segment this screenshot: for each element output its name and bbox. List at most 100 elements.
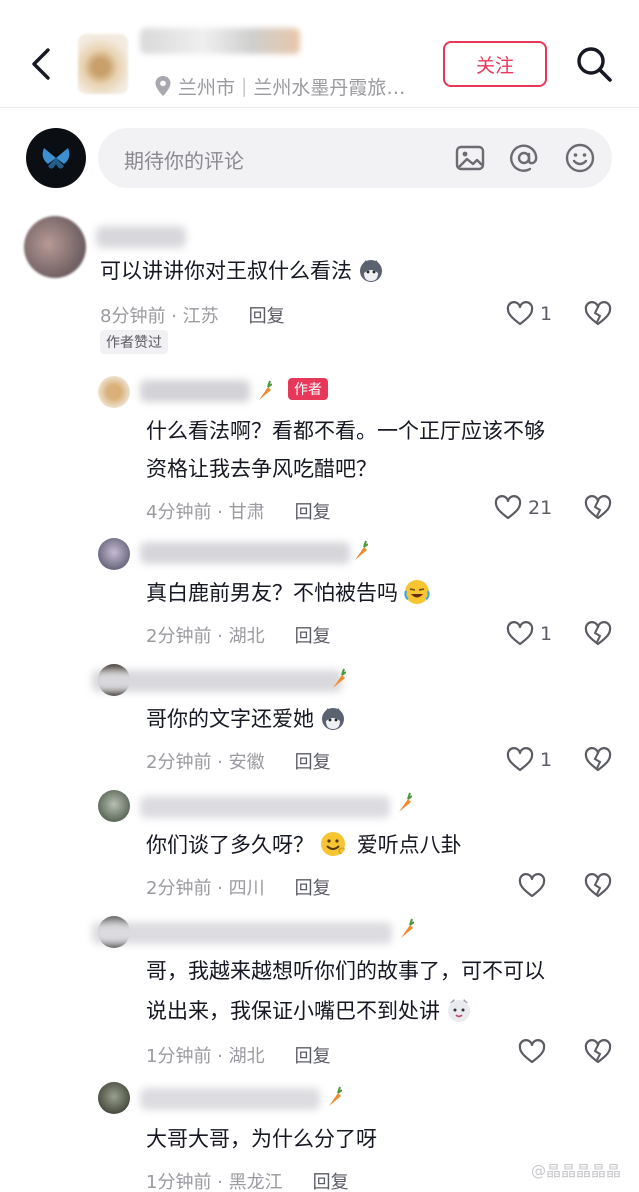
mention-at-icon[interactable] <box>508 142 540 174</box>
reply-meta: 2分钟前 · 安徽 回复 <box>146 748 331 774</box>
author-liked-badge: 作者赞过 <box>100 330 168 354</box>
commenter-avatar[interactable] <box>24 216 86 278</box>
commenter-avatar[interactable] <box>98 1082 130 1114</box>
dislike-broken-heart-icon[interactable] <box>584 494 612 522</box>
reply-time-location: 1分钟前 · 黑龙江 <box>146 1172 283 1192</box>
reply-item: 哥，我越来越想听你们的故事了，可不可以 说出来，我保证小嘴巴不到处讲 1分钟前 … <box>0 910 639 1074</box>
crying-laugh-emoji-icon <box>404 580 430 604</box>
dislike-broken-heart-icon[interactable] <box>584 746 612 774</box>
location-line[interactable]: 兰州市 | 兰州水墨丹霞旅… <box>154 74 406 99</box>
reply-button[interactable]: 回复 <box>295 622 331 648</box>
reply-button[interactable]: 回复 <box>295 748 331 774</box>
like-button[interactable] <box>518 1038 546 1066</box>
reply-text-line-2: 说出来，我保证小嘴巴不到处讲 <box>146 992 472 1030</box>
heart-icon <box>518 1039 546 1064</box>
poster-name-blurred[interactable] <box>140 28 300 54</box>
like-count: 1 <box>540 749 553 771</box>
my-avatar <box>26 128 86 188</box>
dislike-broken-heart-icon[interactable] <box>584 300 612 328</box>
emoji-icon[interactable] <box>564 142 596 174</box>
commenter-avatar[interactable] <box>98 538 130 570</box>
commenter-name-blurred[interactable] <box>140 1088 320 1110</box>
carrot-icon <box>355 540 368 560</box>
carrot-icon <box>399 792 412 812</box>
commenter-name-blurred[interactable] <box>92 922 392 944</box>
commenter-name-blurred[interactable] <box>96 226 186 248</box>
reply-item: 你们谈了多久呀？ 爱听点八卦 2分钟前 · 四川 回复 <box>0 784 639 908</box>
weibo-watermark: @晶晶晶晶晶 <box>530 1162 621 1180</box>
like-button[interactable]: 1 <box>506 746 552 774</box>
reply-item: 作者 什么看法啊？看都不看。一个正厅应该不够 资格让我去争风吃醋吧？ 4分钟前 … <box>0 370 639 530</box>
follow-button[interactable]: 关注 <box>443 41 547 87</box>
reply-time-location: 2分钟前 · 四川 <box>146 878 265 899</box>
reply-button[interactable]: 回复 <box>295 498 331 524</box>
comment-item: 可以讲讲你对王叔什么看法 8分钟前 · 江苏 回复 1 <box>0 210 639 360</box>
carrot-icon <box>259 380 272 400</box>
heart-icon <box>506 747 534 772</box>
author-badge: 作者 <box>288 378 328 400</box>
location-pin-icon <box>155 76 171 96</box>
author-avatar[interactable] <box>98 376 130 408</box>
reply-button[interactable]: 回复 <box>313 1168 349 1192</box>
heart-icon <box>518 873 546 898</box>
top-bar: 兰州市 | 兰州水墨丹霞旅… 关注 <box>0 0 639 108</box>
reply-text: 大哥大哥，为什么分了呀 <box>146 1127 377 1151</box>
dislike-broken-heart-icon[interactable] <box>584 872 612 900</box>
grin-emoji-icon <box>321 832 346 856</box>
reply-item: 哥你的文字还爱她 2分钟前 · 安徽 回复 1 <box>0 658 639 782</box>
location-divider: | <box>241 75 248 97</box>
comment-input-placeholder: 期待你的评论 <box>124 149 244 173</box>
reply-text-line-1: 什么看法啊？看都不看。一个正厅应该不够 <box>146 419 545 443</box>
comment-text: 可以讲讲你对王叔什么看法 <box>100 252 384 290</box>
carrot-icon <box>401 918 414 938</box>
heart-icon <box>506 621 534 646</box>
reply-meta: 1分钟前 · 黑龙江 回复 <box>146 1168 349 1192</box>
reply-meta: 2分钟前 · 湖北 回复 <box>146 622 331 648</box>
author-name-blurred[interactable] <box>140 380 250 402</box>
reply-text: 你们谈了多久呀？ 爱听点八卦 <box>146 832 462 857</box>
reply-time-location: 1分钟前 · 湖北 <box>146 1046 265 1067</box>
like-count: 21 <box>528 497 553 519</box>
reply-text: 真白鹿前男友？不怕被告吗 <box>146 574 430 612</box>
image-icon[interactable] <box>454 142 486 174</box>
search-icon[interactable] <box>574 44 614 84</box>
heart-icon <box>506 301 534 326</box>
reply-button[interactable]: 回复 <box>249 302 285 328</box>
poster-avatar[interactable] <box>78 34 128 94</box>
carrot-icon <box>333 668 346 688</box>
dislike-broken-heart-icon[interactable] <box>584 620 612 648</box>
comment-composer: 期待你的评论 <box>0 108 639 202</box>
heart-icon <box>494 495 522 520</box>
dislike-broken-heart-icon[interactable] <box>584 1038 612 1066</box>
reply-meta: 1分钟前 · 湖北 回复 <box>146 1042 331 1068</box>
reply-meta: 2分钟前 · 四川 回复 <box>146 874 331 900</box>
back-arrow-icon[interactable] <box>26 44 56 84</box>
location-city: 兰州市 <box>178 76 236 99</box>
reply-item: 真白鹿前男友？不怕被告吗 2分钟前 · 湖北 回复 1 <box>0 532 639 656</box>
like-button[interactable]: 21 <box>494 494 552 522</box>
husky-emoji-icon <box>360 260 382 282</box>
like-button[interactable] <box>518 872 546 900</box>
like-count: 1 <box>540 623 553 645</box>
like-count: 1 <box>540 303 553 325</box>
reply-button[interactable]: 回复 <box>295 1042 331 1068</box>
commenter-name-blurred[interactable] <box>140 542 350 564</box>
comment-time-location: 8分钟前 · 江苏 <box>100 306 219 327</box>
husky-emoji-icon <box>322 708 344 730</box>
reply-text-line-2: 资格让我去争风吃醋吧？ <box>146 457 377 481</box>
like-button[interactable]: 1 <box>506 300 552 328</box>
comment-input[interactable]: 期待你的评论 <box>98 128 612 188</box>
commenter-avatar[interactable] <box>98 790 130 822</box>
commenter-name-blurred[interactable] <box>140 796 390 818</box>
location-place: 兰州水墨丹霞旅… <box>253 76 406 99</box>
like-button[interactable]: 1 <box>506 620 552 648</box>
commenter-name-blurred[interactable] <box>92 670 342 692</box>
reply-time-location: 4分钟前 · 甘肃 <box>146 502 265 523</box>
comment-meta: 8分钟前 · 江苏 回复 <box>100 302 285 328</box>
carrot-icon <box>329 1086 342 1106</box>
reply-text: 哥你的文字还爱她 <box>146 700 346 738</box>
reply-time-location: 2分钟前 · 安徽 <box>146 752 265 773</box>
reply-meta: 4分钟前 · 甘肃 回复 <box>146 498 331 524</box>
cat-emoji-icon <box>448 999 470 1022</box>
reply-button[interactable]: 回复 <box>295 874 331 900</box>
